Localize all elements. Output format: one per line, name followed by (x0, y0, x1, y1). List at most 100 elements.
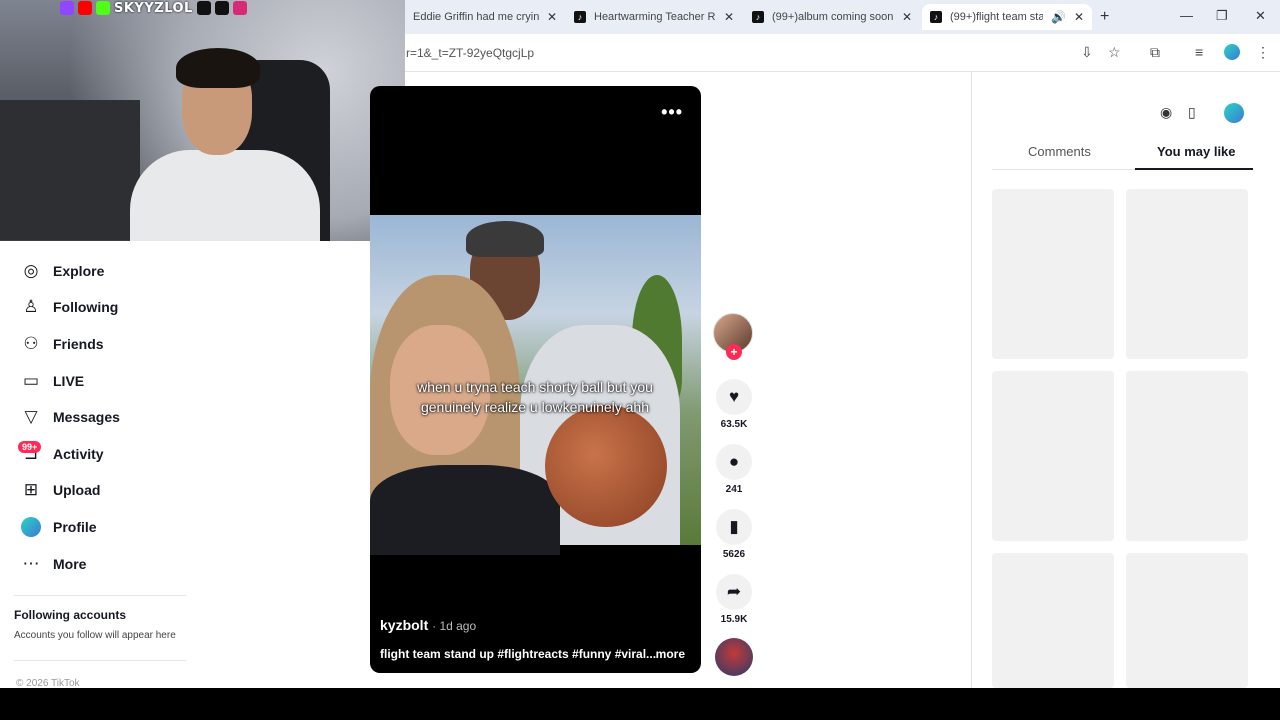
browser-tab[interactable]: Eddie Griffin had me crying ✕ (405, 4, 565, 30)
like-button[interactable]: ♥ 63.5K (713, 379, 755, 430)
sidebar-item-label: Friends (53, 336, 104, 352)
action-rail: + ♥ 63.5K ● 241 ▮ 5626 ➦ 15.9K (713, 313, 755, 625)
active-tab-indicator (1135, 168, 1253, 170)
bookmark-star-icon[interactable]: ☆ (1108, 44, 1121, 61)
profile-avatar-icon[interactable] (1224, 103, 1244, 123)
sidebar-item-label: More (53, 556, 87, 572)
sidebar-item-label: Following (53, 299, 119, 315)
letterbox-bar (0, 688, 1280, 720)
close-tab-icon[interactable]: ✕ (1074, 10, 1084, 24)
minimize-button[interactable]: — (1180, 8, 1193, 23)
more-options-icon[interactable]: ••• (661, 102, 683, 123)
close-tab-icon[interactable]: ✕ (902, 10, 912, 24)
like-count: 63.5K (720, 419, 748, 430)
following-accounts-title: Following accounts (14, 608, 127, 622)
browser-menu-icon[interactable]: ⋮ (1256, 44, 1270, 61)
recommendation-placeholder[interactable] (992, 189, 1114, 359)
profile-icon (20, 516, 42, 538)
sidebar-item-label: LIVE (53, 373, 85, 389)
share-button[interactable]: ➦ 15.9K (713, 574, 755, 625)
sidebar-item-label: Messages (53, 409, 120, 425)
video-player[interactable]: ••• when u tryna teach shorty ball but y… (370, 86, 701, 673)
bookmark-icon[interactable]: ▮ (716, 509, 752, 545)
compass-icon: ◎ (23, 261, 39, 280)
creator-avatar[interactable]: + (713, 313, 753, 360)
browser-tab[interactable]: ♪ (99+)album coming soonn ✕ (744, 4, 920, 30)
install-app-icon[interactable]: ⇩ (1081, 44, 1093, 61)
mobile-icon[interactable]: ▯ (1188, 104, 1196, 121)
author-name[interactable]: kyzbolt (380, 617, 428, 633)
recommendation-placeholder[interactable] (1126, 189, 1248, 359)
tiktok-icon: ♪ (752, 11, 764, 23)
close-window-button[interactable]: ✕ (1255, 8, 1266, 24)
streamer-handle: SKYYZLOL (114, 0, 193, 16)
tab-title: (99+)album coming soonn (772, 11, 894, 23)
recommendation-placeholder[interactable] (1126, 553, 1248, 688)
social-icons-row: SKYYZLOL (60, 0, 247, 16)
sidebar-item-following[interactable]: ♙ Following (20, 295, 118, 319)
recommendation-placeholder[interactable] (992, 553, 1114, 688)
new-tab-button[interactable]: + (1100, 8, 1109, 26)
sidebar-item-label: Activity (53, 446, 104, 462)
right-panel: ◉ ▯ Comments You may like (971, 72, 1280, 688)
webcam-shelf (0, 100, 140, 240)
x-icon (214, 1, 229, 15)
sidebar-item-live[interactable]: ▭ LIVE (20, 369, 84, 393)
tab-you-may-like[interactable]: You may like (1157, 144, 1236, 159)
media-control-icon[interactable]: ≡ (1195, 44, 1203, 60)
instagram-icon (232, 1, 247, 15)
music-disc-icon[interactable] (715, 638, 753, 676)
follow-plus-icon[interactable]: + (726, 344, 742, 360)
activity-badge: 99+ (18, 441, 42, 453)
tab-comments[interactable]: Comments (1028, 144, 1091, 159)
browser-tab-active[interactable]: ♪ (99+)flight team stand 🔊 ✕ (922, 4, 1092, 30)
youtube-icon (78, 1, 92, 15)
video-frame[interactable]: when u tryna teach shorty ball but you g… (370, 215, 701, 555)
url-field[interactable]: r=1&_t=ZT-92yeQtgcjLp (406, 46, 534, 60)
video-description: flight team stand up #flightreacts #funn… (380, 647, 695, 661)
sidebar-item-more[interactable]: ⋯ More (20, 552, 87, 576)
tiktok-icon (196, 1, 211, 15)
video-scene-jacket (370, 465, 560, 555)
recommendation-placeholder[interactable] (992, 371, 1114, 541)
following-accounts-subtitle: Accounts you follow will appear here (14, 630, 176, 641)
webcam-person-hair (176, 48, 260, 88)
extensions-icon[interactable]: ⧉ (1150, 44, 1160, 61)
more-link[interactable]: more (656, 647, 685, 661)
description-text: flight team stand up #flightreacts #funn… (380, 647, 657, 661)
compass-icon[interactable]: ◉ (1160, 104, 1172, 121)
browser-tab[interactable]: ♪ Heartwarming Teacher Reu ✕ (566, 4, 742, 30)
video-caption-overlay: when u tryna teach shorty ball but you g… (417, 379, 653, 415)
close-tab-icon[interactable]: ✕ (724, 10, 734, 24)
comment-icon[interactable]: ● (716, 444, 752, 480)
save-count: 5626 (722, 549, 746, 560)
sidebar-item-upload[interactable]: ⊞ Upload (20, 478, 101, 502)
sidebar-item-profile[interactable]: Profile (20, 515, 97, 539)
tiktok-icon: ♪ (930, 11, 942, 23)
sidebar-item-friends[interactable]: ⚇ Friends (20, 332, 104, 356)
profile-avatar-icon[interactable] (1224, 44, 1240, 60)
basketball (545, 405, 667, 527)
sidebar-item-label: Explore (53, 263, 105, 279)
sidebar-item-explore[interactable]: ◎ Explore (20, 259, 105, 283)
comment-count: 241 (725, 484, 743, 495)
close-tab-icon[interactable]: ✕ (547, 10, 557, 24)
comment-button[interactable]: ● 241 (713, 444, 755, 495)
more-dots-icon: ⋯ (22, 554, 40, 573)
save-button[interactable]: ▮ 5626 (713, 509, 755, 560)
share-arrow-icon[interactable]: ➦ (716, 574, 752, 610)
video-author[interactable]: kyzbolt · 1d ago (380, 617, 476, 633)
sidebar-divider (14, 660, 186, 661)
webcam-person-shirt (130, 150, 320, 241)
heart-icon[interactable]: ♥ (716, 379, 752, 415)
sidebar-item-label: Upload (53, 482, 101, 498)
sidebar-item-messages[interactable]: ▽ Messages (20, 405, 120, 429)
video-scene-beanie (466, 221, 544, 257)
restore-button[interactable]: ❐ (1216, 8, 1228, 24)
tab-title: (99+)flight team stand (950, 11, 1043, 23)
share-count: 15.9K (720, 614, 748, 625)
recommendation-placeholder[interactable] (1126, 371, 1248, 541)
speaker-icon[interactable]: 🔊 (1051, 10, 1066, 24)
tab-title: Heartwarming Teacher Reu (594, 11, 716, 23)
webcam-overlay: SKYYZLOL (0, 0, 405, 241)
